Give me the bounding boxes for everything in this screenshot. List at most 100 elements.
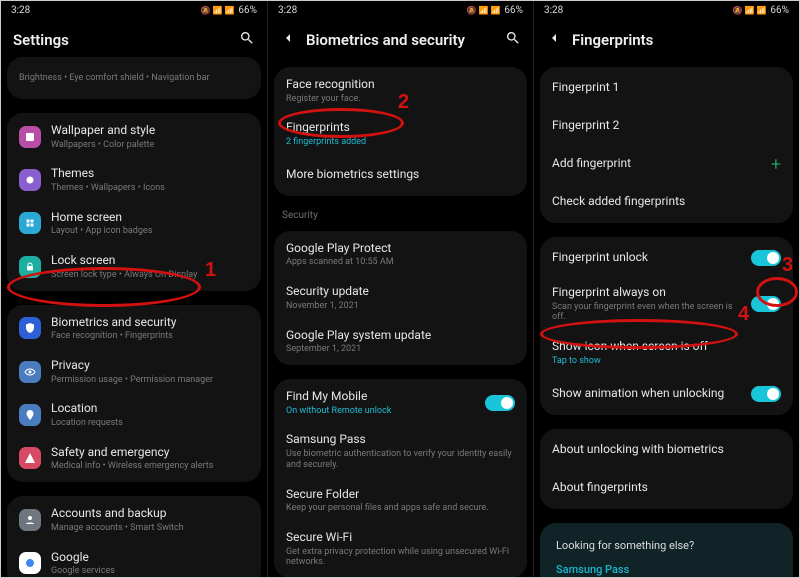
row-show-animation[interactable]: Show animation when unlocking (540, 375, 793, 413)
status-icons: 🔕 📶 📶 (467, 6, 501, 15)
row-label: Lock screen (51, 253, 249, 269)
accounts-icon (19, 509, 41, 531)
row-play-protect[interactable]: Google Play ProtectApps scanned at 10:55… (274, 233, 527, 276)
privacy-icon (19, 361, 41, 383)
row-label: Find My Mobile (286, 389, 475, 405)
search-icon[interactable] (239, 30, 255, 49)
row-about-fingerprints[interactable]: About fingerprints (540, 469, 793, 507)
row-fingerprint-unlock[interactable]: Fingerprint unlock (540, 239, 793, 277)
row-fingerprints[interactable]: Fingerprints2 fingerprints added (274, 112, 527, 155)
settings-row-biometrics[interactable]: Biometrics and securityFace recognition … (7, 307, 261, 350)
row-play-system-update[interactable]: Google Play system updateSeptember 1, 20… (274, 320, 527, 363)
row-sub: On without Remote unlock (286, 406, 475, 417)
row-sub: Face recognition • Fingerprints (51, 331, 249, 342)
row-sub: Location requests (51, 418, 249, 429)
settings-row-location[interactable]: LocationLocation requests (7, 393, 261, 436)
row-label: Samsung Pass (286, 432, 515, 448)
location-icon (19, 404, 41, 426)
settings-row-wallpaper[interactable]: Wallpaper and styleWallpapers • Color pa… (7, 115, 261, 158)
home-icon (19, 212, 41, 234)
status-right: 🔕 📶 📶 66% (201, 5, 257, 16)
status-right: 🔕 📶 📶66% (467, 5, 523, 16)
fingerprints-screen: 3:28 🔕 📶 📶66% Fingerprints Fingerprint 1… (533, 1, 799, 577)
looking-label: Looking for something else? (540, 525, 793, 558)
status-time: 3:28 (278, 5, 297, 16)
row-about-biometrics[interactable]: About unlocking with biometrics (540, 431, 793, 469)
security-updates-group: Google Play ProtectApps scanned at 10:55… (274, 231, 527, 365)
row-label: Secure Wi-Fi (286, 530, 515, 546)
toggle-always-on[interactable] (751, 296, 781, 312)
settings-row-lock[interactable]: Lock screenScreen lock type • Always On … (7, 245, 261, 288)
page-title: Fingerprints (572, 31, 787, 49)
row-find-my-mobile[interactable]: Find My MobileOn without Remote unlock (274, 381, 527, 424)
row-add-fingerprint[interactable]: Add fingerprint + (540, 145, 793, 183)
shield-icon (19, 317, 41, 339)
row-sub: Permission usage • Permission manager (51, 375, 249, 386)
settings-row-display-cut[interactable]: Brightness • Eye comfort shield • Naviga… (7, 59, 261, 97)
row-label: Face recognition (286, 77, 515, 93)
header: Fingerprints (534, 18, 799, 63)
link-samsung-pass[interactable]: Samsung Pass (540, 558, 793, 577)
row-more-biometrics[interactable]: More biometrics settings (274, 156, 527, 194)
row-label: Location (51, 401, 249, 417)
row-sub: Themes • Wallpapers • Icons (51, 183, 249, 194)
status-battery: 66% (238, 5, 257, 16)
row-label: Fingerprints (286, 120, 515, 136)
lock-icon (19, 256, 41, 278)
row-secure-folder[interactable]: Secure FolderKeep your personal files an… (274, 479, 527, 522)
row-label: Show animation when unlocking (552, 386, 741, 402)
row-label: Safety and emergency (51, 445, 249, 461)
row-sub: Wallpapers • Color palette (51, 140, 249, 151)
status-icons: 🔕 📶 📶 (201, 6, 235, 15)
row-label: Check added fingerprints (552, 194, 781, 210)
row-label: Themes (51, 166, 249, 182)
row-sub: Medical info • Wireless emergency alerts (51, 461, 249, 472)
row-show-icon[interactable]: Show icon when screen is offTap to show (540, 331, 793, 374)
settings-row-home[interactable]: Home screenLayout • App icon badges (7, 202, 261, 245)
row-label: About unlocking with biometrics (552, 442, 781, 458)
row-secure-wifi[interactable]: Secure Wi-FiGet extra privacy protection… (274, 522, 527, 576)
settings-row-themes[interactable]: ThemesThemes • Wallpapers • Icons (7, 158, 261, 201)
safety-icon (19, 447, 41, 469)
row-sub: Tap to show (552, 356, 781, 367)
row-sub: Keep your personal files and apps safe a… (286, 503, 515, 514)
status-time: 3:28 (544, 5, 563, 16)
plus-icon: + (771, 154, 781, 175)
search-icon[interactable] (505, 30, 521, 49)
row-label: About fingerprints (552, 480, 781, 496)
status-bar: 3:28 🔕 📶 📶66% (534, 1, 799, 18)
row-label: Google Play system update (286, 328, 515, 344)
row-fingerprint-1[interactable]: Fingerprint 1 (540, 69, 793, 107)
about-group: About unlocking with biometrics About fi… (540, 429, 793, 509)
settings-row-accounts[interactable]: Accounts and backupManage accounts • Sma… (7, 498, 261, 541)
row-check-fingerprints[interactable]: Check added fingerprints (540, 183, 793, 221)
looking-group: Looking for something else? Samsung Pass… (540, 523, 793, 577)
row-always-on[interactable]: Fingerprint always onScan your fingerpri… (540, 277, 793, 331)
back-icon[interactable] (280, 30, 296, 49)
row-label: Secure Folder (286, 487, 515, 503)
settings-row-privacy[interactable]: PrivacyPermission usage • Permission man… (7, 350, 261, 393)
toggle-find-my-mobile[interactable] (485, 395, 515, 411)
row-label: Google Play Protect (286, 241, 515, 257)
settings-screen: 3:28 🔕 📶 📶 66% Settings Brightness • Eye… (1, 1, 267, 577)
row-security-update[interactable]: Security updateNovember 1, 2021 (274, 276, 527, 319)
row-face-recognition[interactable]: Face recognitionRegister your face. (274, 69, 527, 112)
back-icon[interactable] (546, 30, 562, 49)
fingerprint-options-group: Fingerprint unlock Fingerprint always on… (540, 237, 793, 415)
row-sub: Apps scanned at 10:55 AM (286, 257, 515, 268)
toggle-show-animation[interactable] (751, 386, 781, 402)
status-bar: 3:28 🔕 📶 📶 66% (1, 1, 267, 18)
row-label: Security update (286, 284, 515, 300)
settings-row-google[interactable]: GoogleGoogle services (7, 542, 261, 577)
status-icons: 🔕 📶 📶 (733, 6, 767, 15)
row-fingerprint-2[interactable]: Fingerprint 2 (540, 107, 793, 145)
row-label: More biometrics settings (286, 167, 515, 183)
biometrics-group: Face recognitionRegister your face. Fing… (274, 67, 527, 196)
row-label: Accounts and backup (51, 506, 249, 522)
toggle-fingerprint-unlock[interactable] (751, 250, 781, 266)
row-label: Add fingerprint (552, 156, 761, 172)
settings-row-safety[interactable]: Safety and emergencyMedical info • Wirel… (7, 437, 261, 480)
accounts-group: Accounts and backupManage accounts • Sma… (7, 496, 261, 577)
row-sub: Layout • App icon badges (51, 226, 249, 237)
row-samsung-pass[interactable]: Samsung PassUse biometric authentication… (274, 424, 527, 478)
